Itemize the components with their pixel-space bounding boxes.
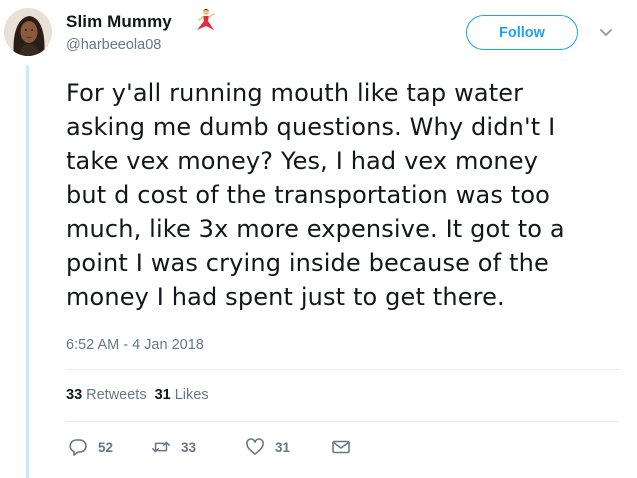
tweet-text-line: money I had spent just to get there.	[66, 283, 505, 311]
likes-stat-count: 31	[154, 387, 171, 403]
likes-stat[interactable]: 31 Likes	[155, 387, 209, 403]
tweet-text-line: point I was crying inside because of the	[66, 249, 549, 277]
retweets-stat-label: Retweets	[86, 387, 147, 403]
retweet-count: 33	[181, 439, 197, 455]
handle[interactable]: @harbeeola08	[66, 37, 161, 53]
like-count: 31	[275, 439, 291, 455]
like-button[interactable]: 31	[245, 437, 290, 457]
display-name[interactable]: Slim Mummy	[66, 12, 172, 32]
tweet-text-line: asking me dumb questions. Why didn't I	[66, 113, 556, 141]
tweet-text-line: but d cost of the transportation was too	[66, 181, 550, 209]
divider	[66, 369, 619, 370]
thread-line	[26, 66, 29, 478]
divider	[66, 421, 619, 422]
tweet-stats: 33 Retweets 31 Likes	[66, 387, 209, 403]
tweet-text-line: much, like 3x more expensive. It got to …	[66, 215, 565, 243]
reply-icon	[69, 439, 87, 456]
reply-count: 52	[98, 439, 114, 455]
direct-message-button[interactable]	[331, 437, 351, 457]
tweet-text-line: For y'all running mouth like tap water	[66, 79, 524, 107]
chevron-down-icon[interactable]	[599, 28, 613, 38]
retweet-button[interactable]: 33	[151, 437, 196, 457]
avatar-image	[4, 8, 52, 56]
tweet-text-line: take vex money? Yes, I had vex money	[66, 147, 539, 175]
retweet-icon	[152, 441, 170, 453]
retweets-stat[interactable]: 33 Retweets	[66, 387, 147, 403]
retweets-stat-count: 33	[66, 387, 83, 403]
tweet-timestamp[interactable]: 6:52 AM - 4 Jan 2018	[66, 337, 204, 353]
reply-button[interactable]: 52	[68, 437, 113, 457]
tweet-text: For y'all running mouth like tap water a…	[66, 76, 624, 314]
follow-button[interactable]: Follow	[466, 15, 578, 50]
envelope-icon	[332, 440, 350, 454]
avatar[interactable]	[4, 8, 52, 56]
likes-stat-label: Likes	[174, 387, 209, 403]
heart-icon	[246, 438, 264, 455]
dancer-emoji-icon	[197, 9, 215, 30]
